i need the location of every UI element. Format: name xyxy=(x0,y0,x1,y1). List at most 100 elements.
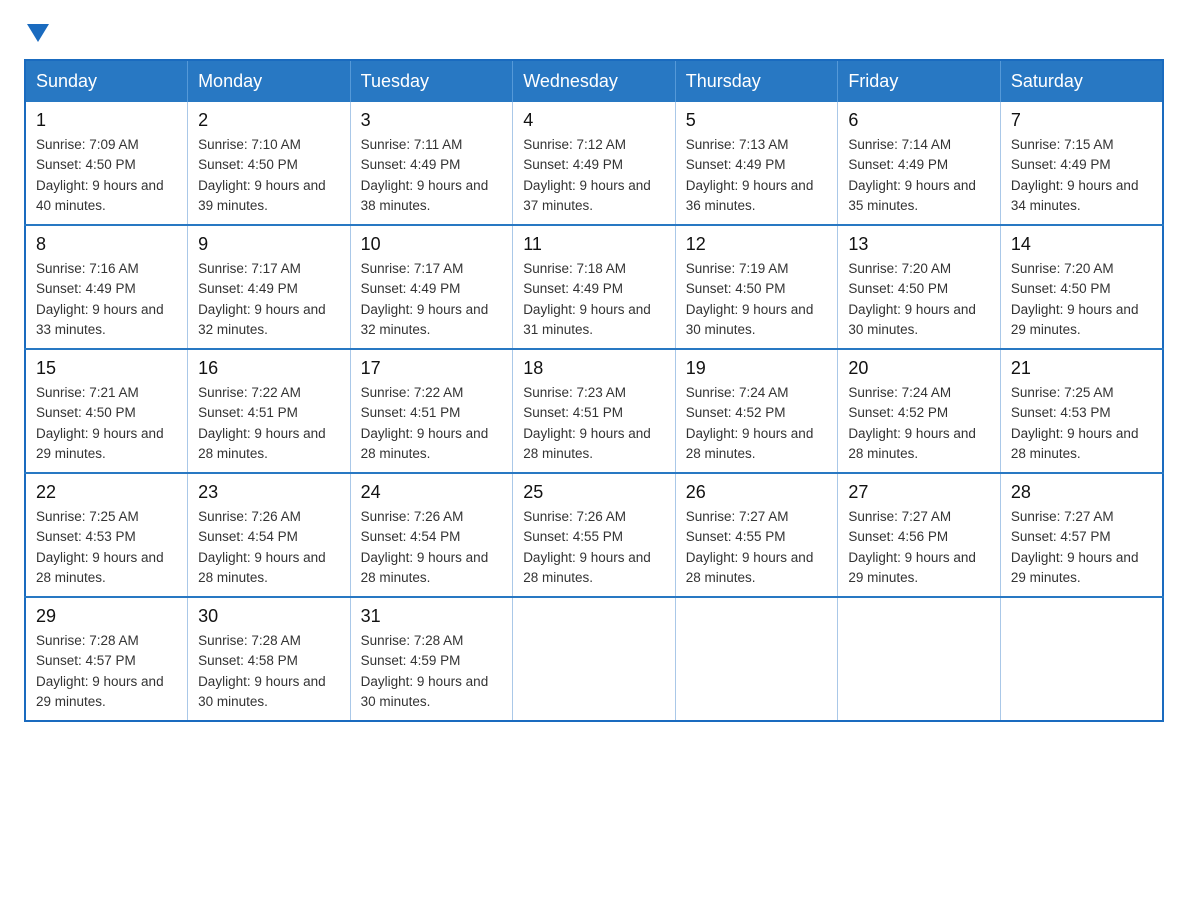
calendar-day-cell: 7 Sunrise: 7:15 AMSunset: 4:49 PMDayligh… xyxy=(1000,102,1163,225)
calendar-week-row: 29 Sunrise: 7:28 AMSunset: 4:57 PMDaylig… xyxy=(25,597,1163,721)
calendar-week-row: 1 Sunrise: 7:09 AMSunset: 4:50 PMDayligh… xyxy=(25,102,1163,225)
calendar-day-cell: 21 Sunrise: 7:25 AMSunset: 4:53 PMDaylig… xyxy=(1000,349,1163,473)
day-number: 25 xyxy=(523,482,665,503)
calendar-day-cell: 18 Sunrise: 7:23 AMSunset: 4:51 PMDaylig… xyxy=(513,349,676,473)
day-number: 20 xyxy=(848,358,990,379)
calendar-day-cell: 8 Sunrise: 7:16 AMSunset: 4:49 PMDayligh… xyxy=(25,225,188,349)
day-info: Sunrise: 7:10 AMSunset: 4:50 PMDaylight:… xyxy=(198,137,326,213)
day-number: 24 xyxy=(361,482,503,503)
day-number: 19 xyxy=(686,358,828,379)
calendar-table: SundayMondayTuesdayWednesdayThursdayFrid… xyxy=(24,59,1164,722)
logo-arrow-icon xyxy=(27,24,49,47)
day-number: 7 xyxy=(1011,110,1152,131)
calendar-day-cell: 19 Sunrise: 7:24 AMSunset: 4:52 PMDaylig… xyxy=(675,349,838,473)
logo xyxy=(24,24,49,43)
calendar-day-cell: 17 Sunrise: 7:22 AMSunset: 4:51 PMDaylig… xyxy=(350,349,513,473)
day-info: Sunrise: 7:22 AMSunset: 4:51 PMDaylight:… xyxy=(198,385,326,461)
calendar-day-cell: 24 Sunrise: 7:26 AMSunset: 4:54 PMDaylig… xyxy=(350,473,513,597)
day-info: Sunrise: 7:28 AMSunset: 4:58 PMDaylight:… xyxy=(198,633,326,709)
day-number: 6 xyxy=(848,110,990,131)
calendar-day-cell: 25 Sunrise: 7:26 AMSunset: 4:55 PMDaylig… xyxy=(513,473,676,597)
calendar-day-cell xyxy=(675,597,838,721)
calendar-header-saturday: Saturday xyxy=(1000,60,1163,102)
calendar-header-sunday: Sunday xyxy=(25,60,188,102)
calendar-day-cell: 2 Sunrise: 7:10 AMSunset: 4:50 PMDayligh… xyxy=(188,102,351,225)
day-info: Sunrise: 7:15 AMSunset: 4:49 PMDaylight:… xyxy=(1011,137,1139,213)
calendar-day-cell: 12 Sunrise: 7:19 AMSunset: 4:50 PMDaylig… xyxy=(675,225,838,349)
calendar-header-tuesday: Tuesday xyxy=(350,60,513,102)
page-header xyxy=(24,24,1164,43)
day-number: 11 xyxy=(523,234,665,255)
day-number: 27 xyxy=(848,482,990,503)
day-number: 4 xyxy=(523,110,665,131)
day-number: 18 xyxy=(523,358,665,379)
day-info: Sunrise: 7:23 AMSunset: 4:51 PMDaylight:… xyxy=(523,385,651,461)
calendar-day-cell: 14 Sunrise: 7:20 AMSunset: 4:50 PMDaylig… xyxy=(1000,225,1163,349)
day-info: Sunrise: 7:17 AMSunset: 4:49 PMDaylight:… xyxy=(198,261,326,337)
day-number: 15 xyxy=(36,358,177,379)
calendar-day-cell: 9 Sunrise: 7:17 AMSunset: 4:49 PMDayligh… xyxy=(188,225,351,349)
calendar-day-cell: 4 Sunrise: 7:12 AMSunset: 4:49 PMDayligh… xyxy=(513,102,676,225)
calendar-day-cell: 27 Sunrise: 7:27 AMSunset: 4:56 PMDaylig… xyxy=(838,473,1001,597)
calendar-day-cell: 1 Sunrise: 7:09 AMSunset: 4:50 PMDayligh… xyxy=(25,102,188,225)
day-info: Sunrise: 7:20 AMSunset: 4:50 PMDaylight:… xyxy=(1011,261,1139,337)
day-number: 21 xyxy=(1011,358,1152,379)
day-number: 8 xyxy=(36,234,177,255)
day-info: Sunrise: 7:25 AMSunset: 4:53 PMDaylight:… xyxy=(36,509,164,585)
day-number: 5 xyxy=(686,110,828,131)
day-info: Sunrise: 7:19 AMSunset: 4:50 PMDaylight:… xyxy=(686,261,814,337)
calendar-day-cell: 13 Sunrise: 7:20 AMSunset: 4:50 PMDaylig… xyxy=(838,225,1001,349)
day-info: Sunrise: 7:21 AMSunset: 4:50 PMDaylight:… xyxy=(36,385,164,461)
day-number: 30 xyxy=(198,606,340,627)
calendar-day-cell: 23 Sunrise: 7:26 AMSunset: 4:54 PMDaylig… xyxy=(188,473,351,597)
calendar-day-cell: 31 Sunrise: 7:28 AMSunset: 4:59 PMDaylig… xyxy=(350,597,513,721)
day-info: Sunrise: 7:28 AMSunset: 4:59 PMDaylight:… xyxy=(361,633,489,709)
day-info: Sunrise: 7:18 AMSunset: 4:49 PMDaylight:… xyxy=(523,261,651,337)
day-info: Sunrise: 7:13 AMSunset: 4:49 PMDaylight:… xyxy=(686,137,814,213)
day-info: Sunrise: 7:28 AMSunset: 4:57 PMDaylight:… xyxy=(36,633,164,709)
calendar-day-cell: 26 Sunrise: 7:27 AMSunset: 4:55 PMDaylig… xyxy=(675,473,838,597)
calendar-day-cell: 6 Sunrise: 7:14 AMSunset: 4:49 PMDayligh… xyxy=(838,102,1001,225)
calendar-day-cell: 22 Sunrise: 7:25 AMSunset: 4:53 PMDaylig… xyxy=(25,473,188,597)
calendar-day-cell xyxy=(513,597,676,721)
calendar-day-cell: 5 Sunrise: 7:13 AMSunset: 4:49 PMDayligh… xyxy=(675,102,838,225)
day-info: Sunrise: 7:27 AMSunset: 4:56 PMDaylight:… xyxy=(848,509,976,585)
calendar-header-thursday: Thursday xyxy=(675,60,838,102)
day-info: Sunrise: 7:22 AMSunset: 4:51 PMDaylight:… xyxy=(361,385,489,461)
day-info: Sunrise: 7:24 AMSunset: 4:52 PMDaylight:… xyxy=(686,385,814,461)
day-number: 14 xyxy=(1011,234,1152,255)
calendar-day-cell: 15 Sunrise: 7:21 AMSunset: 4:50 PMDaylig… xyxy=(25,349,188,473)
calendar-day-cell: 20 Sunrise: 7:24 AMSunset: 4:52 PMDaylig… xyxy=(838,349,1001,473)
day-info: Sunrise: 7:09 AMSunset: 4:50 PMDaylight:… xyxy=(36,137,164,213)
calendar-week-row: 15 Sunrise: 7:21 AMSunset: 4:50 PMDaylig… xyxy=(25,349,1163,473)
calendar-header-friday: Friday xyxy=(838,60,1001,102)
calendar-day-cell: 30 Sunrise: 7:28 AMSunset: 4:58 PMDaylig… xyxy=(188,597,351,721)
day-number: 1 xyxy=(36,110,177,131)
calendar-day-cell: 29 Sunrise: 7:28 AMSunset: 4:57 PMDaylig… xyxy=(25,597,188,721)
day-number: 17 xyxy=(361,358,503,379)
day-number: 10 xyxy=(361,234,503,255)
day-number: 13 xyxy=(848,234,990,255)
day-number: 12 xyxy=(686,234,828,255)
calendar-day-cell: 11 Sunrise: 7:18 AMSunset: 4:49 PMDaylig… xyxy=(513,225,676,349)
calendar-day-cell xyxy=(838,597,1001,721)
calendar-day-cell: 16 Sunrise: 7:22 AMSunset: 4:51 PMDaylig… xyxy=(188,349,351,473)
calendar-week-row: 22 Sunrise: 7:25 AMSunset: 4:53 PMDaylig… xyxy=(25,473,1163,597)
day-info: Sunrise: 7:26 AMSunset: 4:54 PMDaylight:… xyxy=(198,509,326,585)
day-number: 3 xyxy=(361,110,503,131)
calendar-day-cell xyxy=(1000,597,1163,721)
day-number: 26 xyxy=(686,482,828,503)
day-info: Sunrise: 7:12 AMSunset: 4:49 PMDaylight:… xyxy=(523,137,651,213)
day-info: Sunrise: 7:11 AMSunset: 4:49 PMDaylight:… xyxy=(361,137,489,213)
day-number: 9 xyxy=(198,234,340,255)
calendar-week-row: 8 Sunrise: 7:16 AMSunset: 4:49 PMDayligh… xyxy=(25,225,1163,349)
day-number: 22 xyxy=(36,482,177,503)
calendar-header-row: SundayMondayTuesdayWednesdayThursdayFrid… xyxy=(25,60,1163,102)
calendar-header-monday: Monday xyxy=(188,60,351,102)
day-info: Sunrise: 7:17 AMSunset: 4:49 PMDaylight:… xyxy=(361,261,489,337)
day-info: Sunrise: 7:16 AMSunset: 4:49 PMDaylight:… xyxy=(36,261,164,337)
day-info: Sunrise: 7:14 AMSunset: 4:49 PMDaylight:… xyxy=(848,137,976,213)
day-info: Sunrise: 7:20 AMSunset: 4:50 PMDaylight:… xyxy=(848,261,976,337)
calendar-header-wednesday: Wednesday xyxy=(513,60,676,102)
day-info: Sunrise: 7:27 AMSunset: 4:55 PMDaylight:… xyxy=(686,509,814,585)
